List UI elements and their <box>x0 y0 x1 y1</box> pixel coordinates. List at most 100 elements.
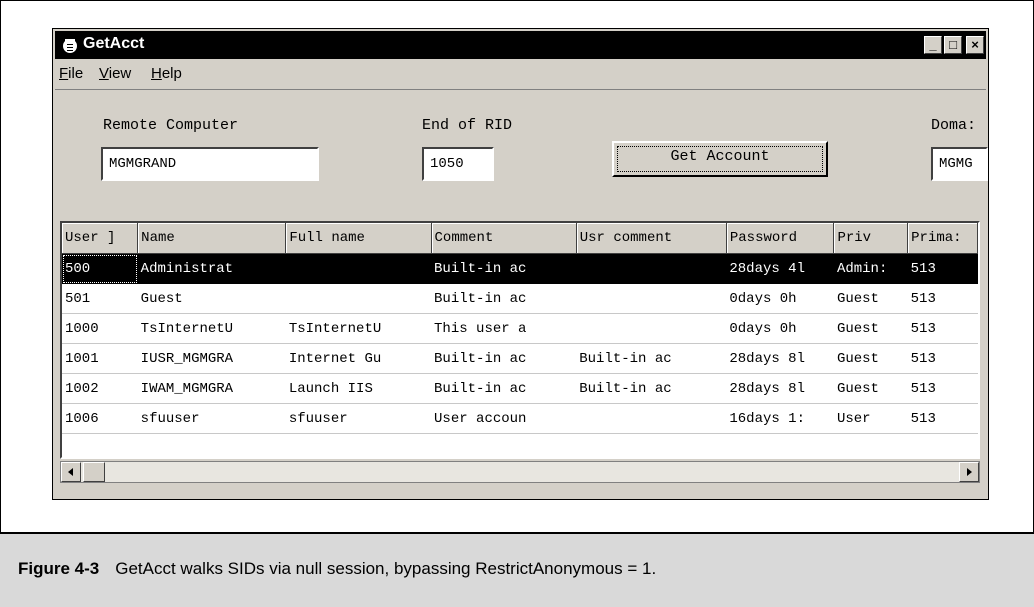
minimize-button[interactable]: _ <box>924 36 942 54</box>
figure-caption-text: GetAcct walks SIDs via null session, byp… <box>115 559 657 578</box>
table-cell: 0days 0h <box>726 283 834 314</box>
remote-computer-label: Remote Computer <box>103 117 239 134</box>
table-cell: Administrat <box>137 253 286 284</box>
table-cell <box>576 313 727 344</box>
table-body: 500 Administrat Built-in ac 28days 4l Admin:… <box>62 253 978 434</box>
table-cell <box>576 253 727 284</box>
table-cell: TsInternetU <box>285 313 432 344</box>
accounts-list[interactable]: User ] Name Full name Comment Usr comment Pas… <box>60 221 980 459</box>
scroll-thumb[interactable] <box>83 462 105 482</box>
table-cell: sfuuser <box>285 403 432 434</box>
table-cell: 28days 8l <box>726 343 834 374</box>
scroll-right-button[interactable] <box>959 462 979 482</box>
table-cell: Internet Gu <box>285 343 432 374</box>
table-cell: IUSR_MGMGRA <box>137 343 286 374</box>
table-cell: Admin: <box>833 253 908 284</box>
column-header[interactable]: Usr comment <box>576 223 727 254</box>
table-cell: Guest <box>833 283 908 314</box>
table-cell: Guest <box>833 313 908 344</box>
table-cell: 500 <box>62 253 138 284</box>
table-cell: TsInternetU <box>137 313 286 344</box>
table-cell: Built-in ac <box>576 343 727 374</box>
table-cell: sfuuser <box>137 403 286 434</box>
figure-caption: Figure 4-3 GetAcct walks SIDs via null se… <box>18 559 656 579</box>
menu-view[interactable]: View <box>99 65 131 82</box>
table-cell <box>285 253 432 284</box>
options-panel: Remote Computer MGMGRAND End of RID 1050… <box>55 89 988 210</box>
table-row[interactable]: 501 Guest Built-in ac 0days 0h Guest 513 <box>62 283 978 314</box>
column-header[interactable]: Full name <box>285 223 432 254</box>
end-of-rid-label: End of RID <box>422 117 513 134</box>
table-cell: IWAM_MGMGRA <box>137 373 286 404</box>
table-cell: 513 <box>907 343 978 374</box>
remote-computer-input[interactable]: MGMGRAND <box>101 147 319 181</box>
table-cell: 501 <box>62 283 138 314</box>
column-header[interactable]: Priv <box>833 223 909 254</box>
scroll-left-button[interactable] <box>61 462 81 482</box>
table-cell: 1002 <box>62 373 138 404</box>
get-account-label: Get Account <box>670 148 770 165</box>
close-button[interactable]: × <box>966 36 984 54</box>
window-title: GetAcct <box>83 35 145 52</box>
table-cell: 1000 <box>62 313 138 344</box>
accounts-table: User ] Name Full name Comment Usr comment Pas… <box>62 223 978 434</box>
caption-area: Figure 4-3 GetAcct walks SIDs via null se… <box>0 532 1034 607</box>
close-icon: × <box>971 37 979 52</box>
table-row[interactable]: 1001 IUSR_MGMGRA Internet Gu Built-in ac Bui… <box>62 343 978 374</box>
column-header[interactable]: Comment <box>431 223 577 254</box>
end-of-rid-input[interactable]: 1050 <box>422 147 494 181</box>
column-header[interactable]: Password <box>726 223 835 254</box>
menu-file[interactable]: File <box>59 65 83 82</box>
table-cell: 1006 <box>62 403 138 434</box>
table-cell: 1001 <box>62 343 138 374</box>
scroll-left-arrow-icon <box>68 468 73 476</box>
figure-image-area: GetAcct _ □ × File View Help Remote Comp… <box>0 0 1034 532</box>
column-header[interactable]: Name <box>137 223 287 254</box>
app-icon <box>63 39 77 53</box>
domain-label: Doma: <box>931 117 977 134</box>
table-cell: Guest <box>137 283 286 314</box>
menu-bar: File View Help <box>55 61 986 87</box>
table-cell <box>576 403 727 434</box>
table-cell: Guest <box>833 373 908 404</box>
table-cell: 513 <box>907 283 978 314</box>
table-cell: Built-in ac <box>431 253 577 284</box>
minimize-icon: _ <box>929 37 937 52</box>
table-cell <box>576 283 727 314</box>
table-cell: User <box>833 403 908 434</box>
table-cell: 28days 4l <box>726 253 834 284</box>
table-cell: Built-in ac <box>431 373 577 404</box>
table-cell: 513 <box>907 373 978 404</box>
table-cell: Built-in ac <box>431 283 577 314</box>
table-cell: 513 <box>907 313 978 344</box>
get-account-button[interactable]: Get Account <box>612 141 828 177</box>
table-row[interactable]: 500 Administrat Built-in ac 28days 4l Admin:… <box>62 253 978 284</box>
table-cell: User accoun <box>431 403 577 434</box>
table-row[interactable]: 1002 IWAM_MGMGRA Launch IIS Built-in ac Buil… <box>62 373 978 404</box>
maximize-button[interactable]: □ <box>944 36 962 54</box>
title-bar[interactable]: GetAcct _ □ × <box>55 31 986 59</box>
table-cell: Guest <box>833 343 908 374</box>
domain-input[interactable]: MGMG <box>931 147 988 181</box>
column-header[interactable]: User ] <box>62 223 139 254</box>
table-cell: 0days 0h <box>726 313 834 344</box>
getacct-window: GetAcct _ □ × File View Help Remote Comp… <box>52 28 989 500</box>
table-cell: 513 <box>907 253 978 284</box>
scroll-right-arrow-icon <box>967 468 972 476</box>
table-cell: Launch IIS <box>285 373 432 404</box>
table-cell: 16days 1: <box>726 403 834 434</box>
figure-label: Figure 4-3 <box>18 559 100 578</box>
horizontal-scrollbar[interactable] <box>60 461 980 483</box>
menu-help[interactable]: Help <box>151 65 182 82</box>
table-cell: 28days 8l <box>726 373 834 404</box>
table-cell: Built-in ac <box>576 373 727 404</box>
table-header-row: User ] Name Full name Comment Usr comment Pas… <box>62 223 978 254</box>
table-cell: 513 <box>907 403 978 434</box>
table-cell <box>285 283 432 314</box>
table-row[interactable]: 1006 sfuuser sfuuser User accoun 16days 1: Us… <box>62 403 978 434</box>
maximize-icon: □ <box>949 37 957 52</box>
column-header[interactable]: Prima: <box>907 223 978 254</box>
table-cell: Built-in ac <box>431 343 577 374</box>
table-cell: This user a <box>431 313 577 344</box>
table-row[interactable]: 1000 TsInternetU TsInternetU This user a 0da… <box>62 313 978 344</box>
